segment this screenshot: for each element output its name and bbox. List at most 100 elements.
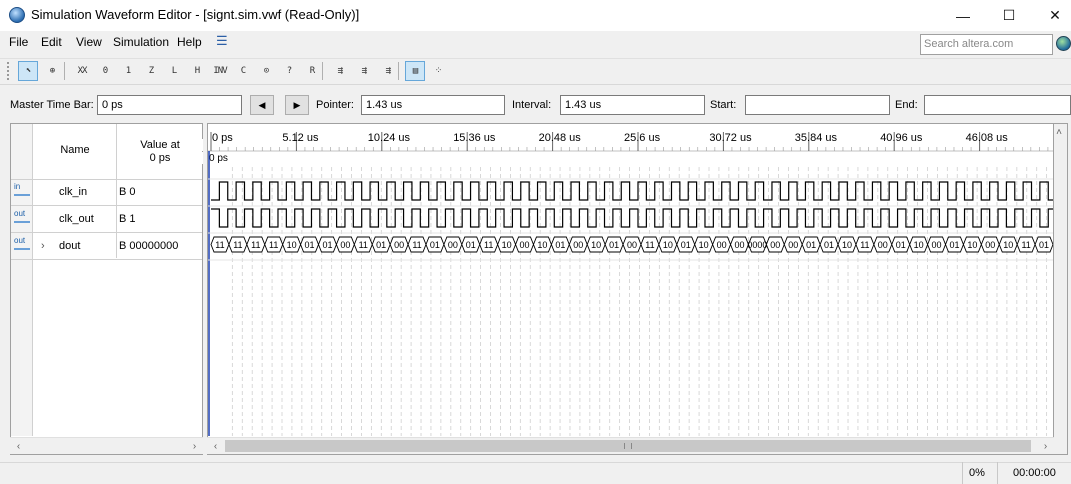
force-weak-low-icon[interactable]: L [164,61,184,81]
waveform-canvas[interactable]: 0 ps 5.12 us 10.24 us 15.36 us 20.48 us 25.6 … [208,124,1053,436]
globe-icon[interactable] [1056,36,1071,51]
dout-bus-value: 10 [967,240,977,250]
dout-bus-value: 11 [484,240,493,250]
force-unknown-icon[interactable]: XX [72,61,92,81]
menu-view[interactable]: View [76,35,102,49]
dout-bus-value: 01 [322,240,332,250]
scroll-left-icon[interactable]: ‹ [207,438,224,455]
expand-chevron-icon[interactable]: › [41,240,45,252]
row-gutter [11,124,33,436]
toolbar-separator [398,62,399,80]
clock-icon[interactable]: ⊙ [256,61,276,81]
dout-bus-value: 10 [663,240,673,250]
signal-row[interactable]: in clk_in B 0 [11,179,202,206]
pointer-label: Pointer: [316,99,354,111]
start-field[interactable] [745,95,890,115]
dout-bus-value: 01 [824,240,834,250]
clk-out-waveform [211,208,1053,228]
waveform-hscrollbar[interactable]: ‹ › [207,437,1054,454]
netlist-icon[interactable]: ⇶ [378,61,398,81]
status-divider [962,462,963,484]
dout-bus-value: 11 [412,240,421,250]
toolbar-separator [64,62,65,80]
signal-row[interactable]: out › dout B 00000000 [11,233,202,260]
signal-value: B 00000000 [119,240,179,252]
menu-file[interactable]: File [9,35,28,49]
dout-bus-value: 11 [233,240,242,250]
dout-bus-value: 00 [878,240,888,250]
dout-bus-value: 11 [359,240,368,250]
value-column-header-line1[interactable]: Value at [117,139,203,151]
minimize-button[interactable]: — [940,0,986,31]
status-bar [0,462,1071,484]
count-value-icon[interactable]: C [233,61,253,81]
interval-label: Interval: [512,99,552,111]
zoom-icon[interactable]: ⊕ [42,61,62,81]
ruler-tick-label: 46.08 us [966,132,1009,144]
comment-icon[interactable]: ☰ [216,33,228,49]
dout-bus-value: 10 [914,240,924,250]
dout-bus-value: 10 [287,240,297,250]
dout-bus-value: 01 [1039,240,1049,250]
dout-bus-value: 01 [466,240,476,250]
name-column-header[interactable]: Name [34,144,116,156]
scroll-left-icon[interactable]: ‹ [10,438,27,455]
close-button[interactable]: ✕ [1032,0,1071,31]
dout-bus-value: 10 [502,240,512,250]
clk-in-waveform [211,181,1053,201]
dout-bus-value: 01 [949,240,959,250]
functional-sim-icon[interactable]: ⇶ [330,61,350,81]
scroll-up-icon[interactable]: ˄ [1052,124,1066,141]
dout-bus-value: 01 [609,240,619,250]
previous-transition-button[interactable]: ◀ [250,95,274,115]
toolbar-grip[interactable] [7,62,11,80]
random-value-icon[interactable]: R [302,61,322,81]
ruler-tick-label: 25.6 us [624,132,661,144]
master-time-bar-field[interactable]: 0 ps [97,95,242,115]
scroll-right-icon[interactable]: › [1037,438,1054,455]
ruler-tick-label: 0 ps [212,132,233,144]
force-high-icon[interactable]: 1 [118,61,138,81]
invert-icon[interactable]: INV [210,61,230,81]
waveform-vscrollbar[interactable]: ˄ [1054,123,1068,455]
arbitrary-value-icon[interactable]: ? [279,61,299,81]
dout-bus-value: 01 [806,240,816,250]
dout-bus-value: 10 [842,240,852,250]
search-input[interactable]: Search altera.com [920,34,1053,55]
timing-sim-icon[interactable]: ⇶ [354,61,374,81]
menu-edit[interactable]: Edit [41,35,62,49]
ruler-tick-label: 10.24 us [368,132,411,144]
force-weak-high-icon[interactable]: H [187,61,207,81]
grid-icon[interactable]: ⁘ [428,61,448,81]
snap-to-grid-icon[interactable]: ▤ [405,61,425,81]
signal-name: dout [59,240,81,252]
menu-help[interactable]: Help [177,35,202,49]
scroll-right-icon[interactable]: › [186,438,203,455]
pointer-icon[interactable]: ⬉ [18,61,38,81]
signal-list-hscrollbar[interactable]: ‹ › [10,437,203,454]
pin-arrow-icon [14,217,30,223]
dout-bus-value: 10 [591,240,601,250]
signal-value: B 0 [119,186,136,198]
scroll-thumb-grip [624,443,632,449]
ruler-tick-label: 5.12 us [282,132,319,144]
interval-field[interactable]: 1.43 us [560,95,705,115]
signal-list-pane: Name Value at 0 ps in clk_in B 0 out clk_out… [10,123,203,455]
dout-bus-value: 10 [537,240,547,250]
value-column-header-line2: 0 ps [117,152,203,164]
dout-bus-value: 01 [305,240,315,250]
end-field[interactable] [924,95,1071,115]
dout-bus-value: 00 [520,240,530,250]
dout-bus-value: 11 [645,240,654,250]
maximize-button[interactable]: ☐ [986,0,1032,31]
next-transition-button[interactable]: ▶ [285,95,309,115]
force-low-icon[interactable]: 0 [95,61,115,81]
dout-bus-value: 00 [394,240,404,250]
ruler-tick-label: 30.72 us [709,132,752,144]
force-high-z-icon[interactable]: Z [141,61,161,81]
pointer-field[interactable]: 1.43 us [361,95,505,115]
menu-simulation[interactable]: Simulation [113,35,169,49]
signal-row[interactable]: out clk_out B 1 [11,206,202,233]
master-time-bar-label: Master Time Bar: [10,99,94,111]
pin-arrow-icon [14,244,30,250]
